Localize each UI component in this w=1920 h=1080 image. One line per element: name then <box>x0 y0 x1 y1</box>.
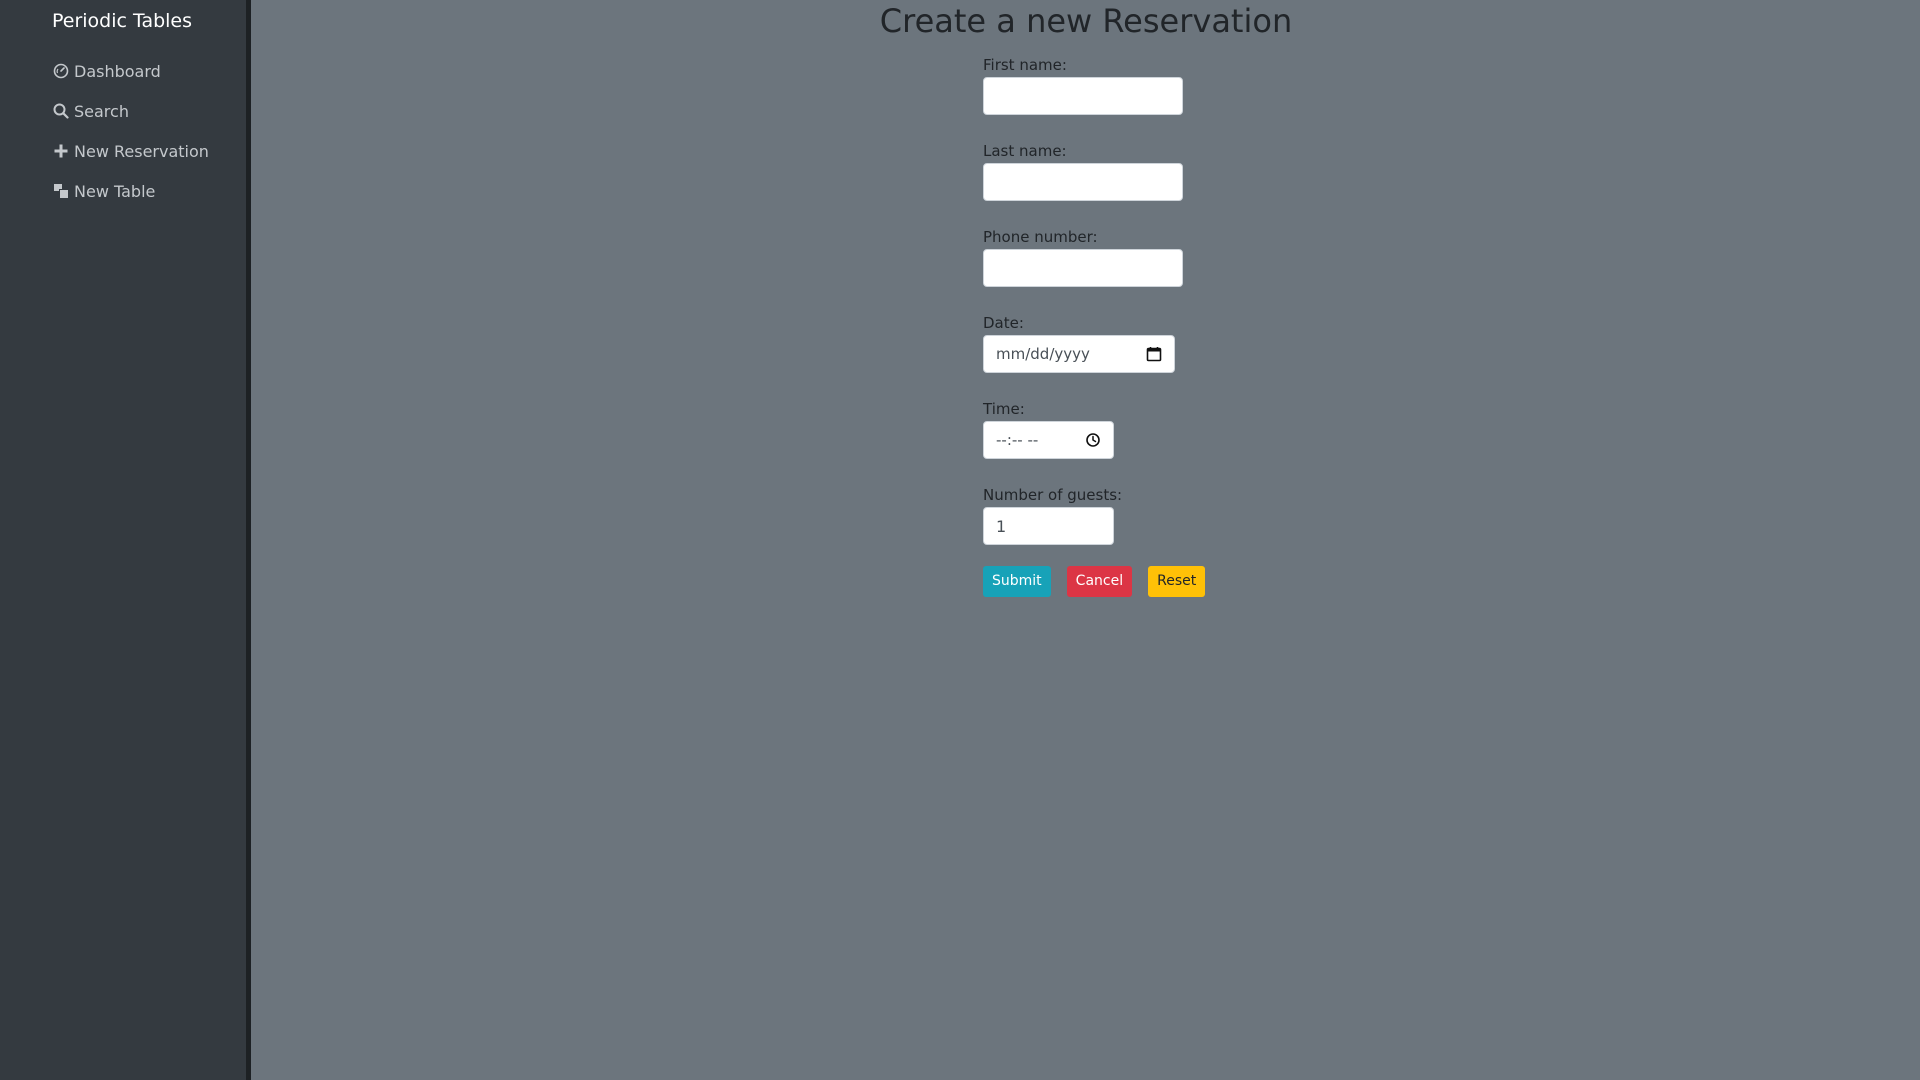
phone-field: Phone number: <box>983 228 1283 314</box>
brand-title[interactable]: Periodic Tables <box>0 0 246 39</box>
first-name-field: First name: <box>983 56 1283 142</box>
search-icon <box>53 103 69 119</box>
clock-icon[interactable] <box>1085 432 1101 448</box>
last-name-field: Last name: <box>983 142 1283 228</box>
last-name-label: Last name: <box>983 142 1067 160</box>
time-label: Time: <box>983 400 1025 418</box>
sidebar-nav: Dashboard Search New Reservation New Tab… <box>0 51 246 211</box>
time-field: Time: --:-- -- <box>983 400 1283 486</box>
guests-field: Number of guests: 1 <box>983 486 1283 572</box>
sidebar-item-new-table[interactable]: New Table <box>0 171 246 211</box>
sidebar-item-label: New Reservation <box>74 141 209 161</box>
sidebar-item-new-reservation[interactable]: New Reservation <box>0 131 246 171</box>
main-content: Create a new Reservation First name: Las… <box>251 0 1920 1080</box>
date-label: Date: <box>983 314 1024 332</box>
sidebar: Periodic Tables Dashboard Search New Res… <box>0 0 251 1080</box>
sidebar-item-search[interactable]: Search <box>0 91 246 131</box>
time-input[interactable]: --:-- -- <box>983 421 1114 459</box>
date-input[interactable]: mm/dd/yyyy <box>983 335 1175 373</box>
sidebar-item-dashboard[interactable]: Dashboard <box>0 51 246 91</box>
guests-input[interactable]: 1 <box>983 507 1114 545</box>
first-name-input[interactable] <box>983 77 1183 115</box>
dashboard-icon <box>53 63 69 79</box>
sidebar-item-label: Dashboard <box>74 61 161 81</box>
sidebar-item-label: Search <box>74 101 129 121</box>
calendar-icon[interactable] <box>1146 346 1162 362</box>
sidebar-item-label: New Table <box>74 181 156 201</box>
time-placeholder: --:-- -- <box>996 431 1039 449</box>
guests-label: Number of guests: <box>983 486 1123 504</box>
layers-icon <box>53 183 69 199</box>
page-title: Create a new Reservation <box>879 2 1293 40</box>
first-name-label: First name: <box>983 56 1067 74</box>
date-field: Date: mm/dd/yyyy <box>983 314 1283 400</box>
plus-icon <box>53 143 69 159</box>
last-name-input[interactable] <box>983 163 1183 201</box>
date-placeholder: mm/dd/yyyy <box>996 345 1090 363</box>
phone-input[interactable] <box>983 249 1183 287</box>
phone-label: Phone number: <box>983 228 1098 246</box>
reservation-form: First name: Last name: Phone number: Dat… <box>983 56 1283 597</box>
